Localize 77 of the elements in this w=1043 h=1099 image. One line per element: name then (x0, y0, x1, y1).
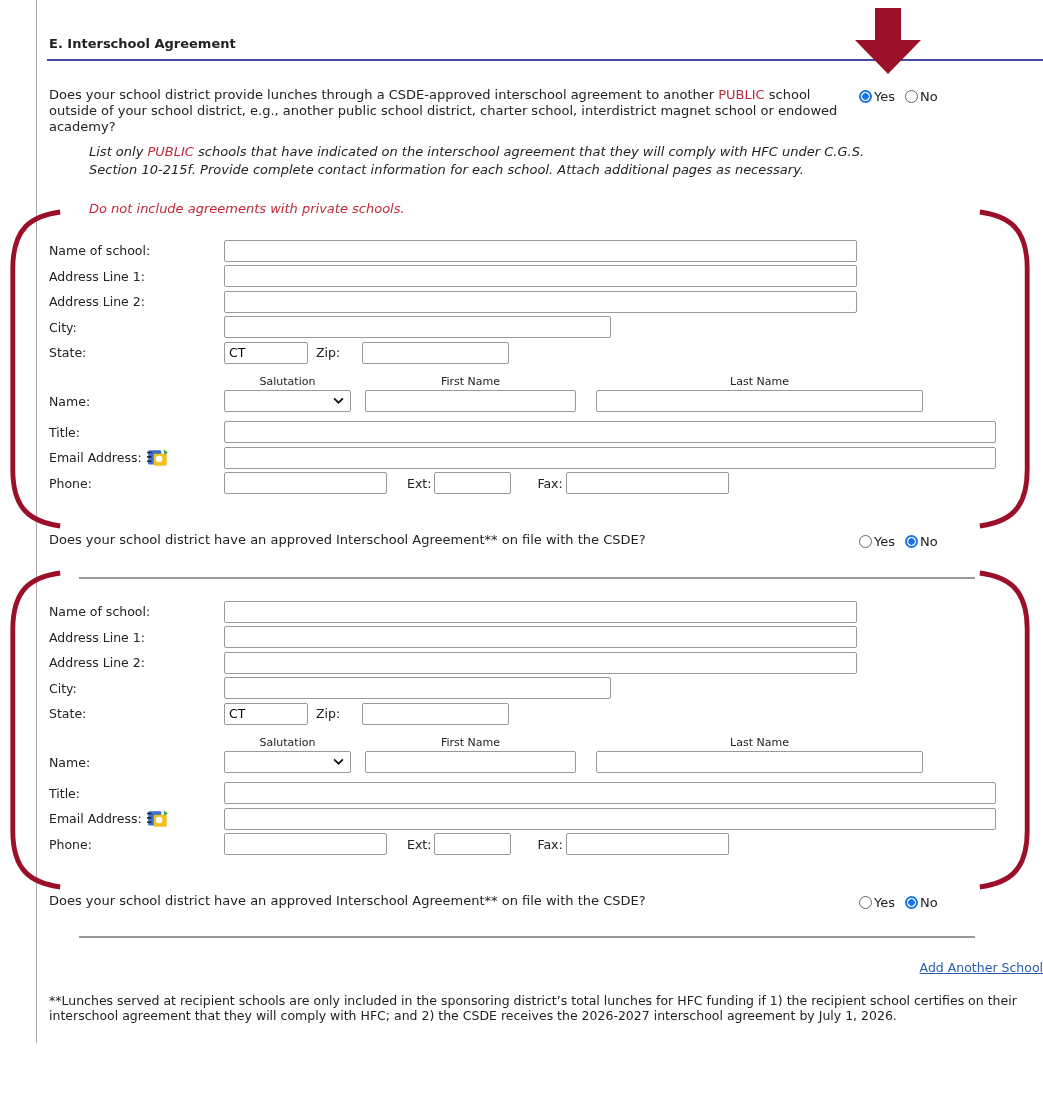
phone-field[interactable] (224, 833, 387, 856)
warning-text: Do not include agreements with private schools. (89, 201, 406, 216)
salutation-select[interactable] (224, 750, 351, 773)
radio-option[interactable]: No (905, 895, 938, 910)
text-field[interactable] (224, 290, 857, 313)
text-field[interactable] (224, 626, 857, 649)
field-label: City: (49, 680, 78, 696)
instructions-text: List only PUBLIC schools that have indicated on the interschool agreement that they will comply with HFC under C.G.S. Section 10-215f. Provide complete contact information for each school. Attach additional pages as necessary. (89, 143, 866, 179)
field-label: Ext: (407, 836, 432, 852)
field-label: Zip: (316, 345, 341, 361)
column-header: First Name (440, 374, 501, 388)
section-title: E. Interschool Agreement (47, 36, 1043, 61)
field-label: Email Address: (49, 446, 224, 469)
text-field[interactable] (224, 651, 857, 674)
question-text: Does your school district provide lunches through a CSDE-approved interschool agreement to another PUBLIC school outside of your school district, e.g., another public school district, charter school, interdistrict magnet school or endowed academy? (49, 87, 839, 135)
phone-field[interactable] (224, 472, 387, 495)
text-field[interactable] (224, 316, 611, 339)
text-field[interactable] (224, 421, 996, 444)
text-field[interactable] (224, 446, 996, 469)
add-school-link[interactable]: Add Another School (919, 960, 1043, 975)
text-field[interactable] (224, 239, 857, 262)
arrow-annotation (855, 8, 921, 74)
column-header: Salutation (259, 735, 316, 749)
field-label: Address Line 1: (49, 629, 146, 645)
field-label: City: (49, 319, 78, 335)
field-label: Address Line 2: (49, 294, 146, 310)
column-header: Last Name (730, 374, 789, 388)
radio-option[interactable]: No (905, 534, 938, 549)
fax-field[interactable] (565, 472, 729, 495)
address-book-icon[interactable] (145, 446, 170, 469)
first-name-field[interactable] (365, 750, 576, 773)
question-text: Does your school district have an approved Interschool Agreement** on file with the CSDE? (49, 532, 647, 548)
footnote-text: **Lunches served at recipient schools are only included in the sponsoring district’s total lunches for HFC funding if 1) the recipient school certifies on their interschool agreement that they will comply with HFC; and 2) the CSDE receives the 2026-2027 interschool agreement by July 1, 2026. (49, 993, 1018, 1023)
state-field[interactable]: CT (224, 341, 308, 364)
fax-field[interactable] (565, 833, 729, 856)
text-field[interactable] (224, 807, 996, 830)
ext-field[interactable] (434, 833, 512, 856)
field-label: Zip: (316, 706, 341, 722)
radio-option[interactable]: Yes (859, 534, 895, 549)
last-name-field[interactable] (596, 750, 923, 773)
column-header: Last Name (730, 735, 789, 749)
zip-field[interactable] (362, 341, 510, 364)
text-field[interactable] (224, 600, 857, 623)
state-field[interactable]: CT (224, 702, 308, 725)
text-field[interactable] (224, 782, 996, 805)
text-field[interactable] (224, 265, 857, 288)
field-label: Name of school: (49, 243, 152, 259)
field-label: State: (49, 706, 88, 722)
ext-field[interactable] (434, 472, 512, 495)
chevron-icon (333, 758, 344, 765)
first-name-field[interactable] (365, 389, 576, 412)
field-label: Name: (49, 393, 92, 411)
column-header: Salutation (259, 374, 316, 388)
field-label: Title: (49, 424, 81, 440)
field-label: State: (49, 345, 88, 361)
field-label: Name of school: (49, 604, 152, 620)
zip-field[interactable] (362, 702, 510, 725)
radio-option[interactable]: Yes (859, 895, 895, 910)
field-label: Address Line 2: (49, 655, 146, 671)
field-label: Address Line 1: (49, 268, 146, 284)
field-label: Ext: (407, 475, 432, 491)
field-label: Phone: (49, 836, 93, 852)
text-field[interactable] (224, 677, 611, 700)
field-label: Email Address: (49, 807, 224, 830)
column-header: First Name (440, 735, 501, 749)
salutation-select[interactable] (224, 389, 351, 412)
field-label: Title: (49, 785, 81, 801)
chevron-icon (333, 397, 344, 404)
question-text: Does your school district have an approved Interschool Agreement** on file with the CSDE? (49, 893, 647, 909)
field-label: Phone: (49, 475, 93, 491)
field-label: Name: (49, 754, 92, 772)
radio-option[interactable]: Yes (859, 89, 895, 104)
field-label: Fax: (537, 836, 563, 852)
address-book-icon[interactable] (145, 807, 170, 830)
radio-option[interactable]: No (905, 89, 938, 104)
last-name-field[interactable] (596, 389, 923, 412)
field-label: Fax: (537, 475, 563, 491)
